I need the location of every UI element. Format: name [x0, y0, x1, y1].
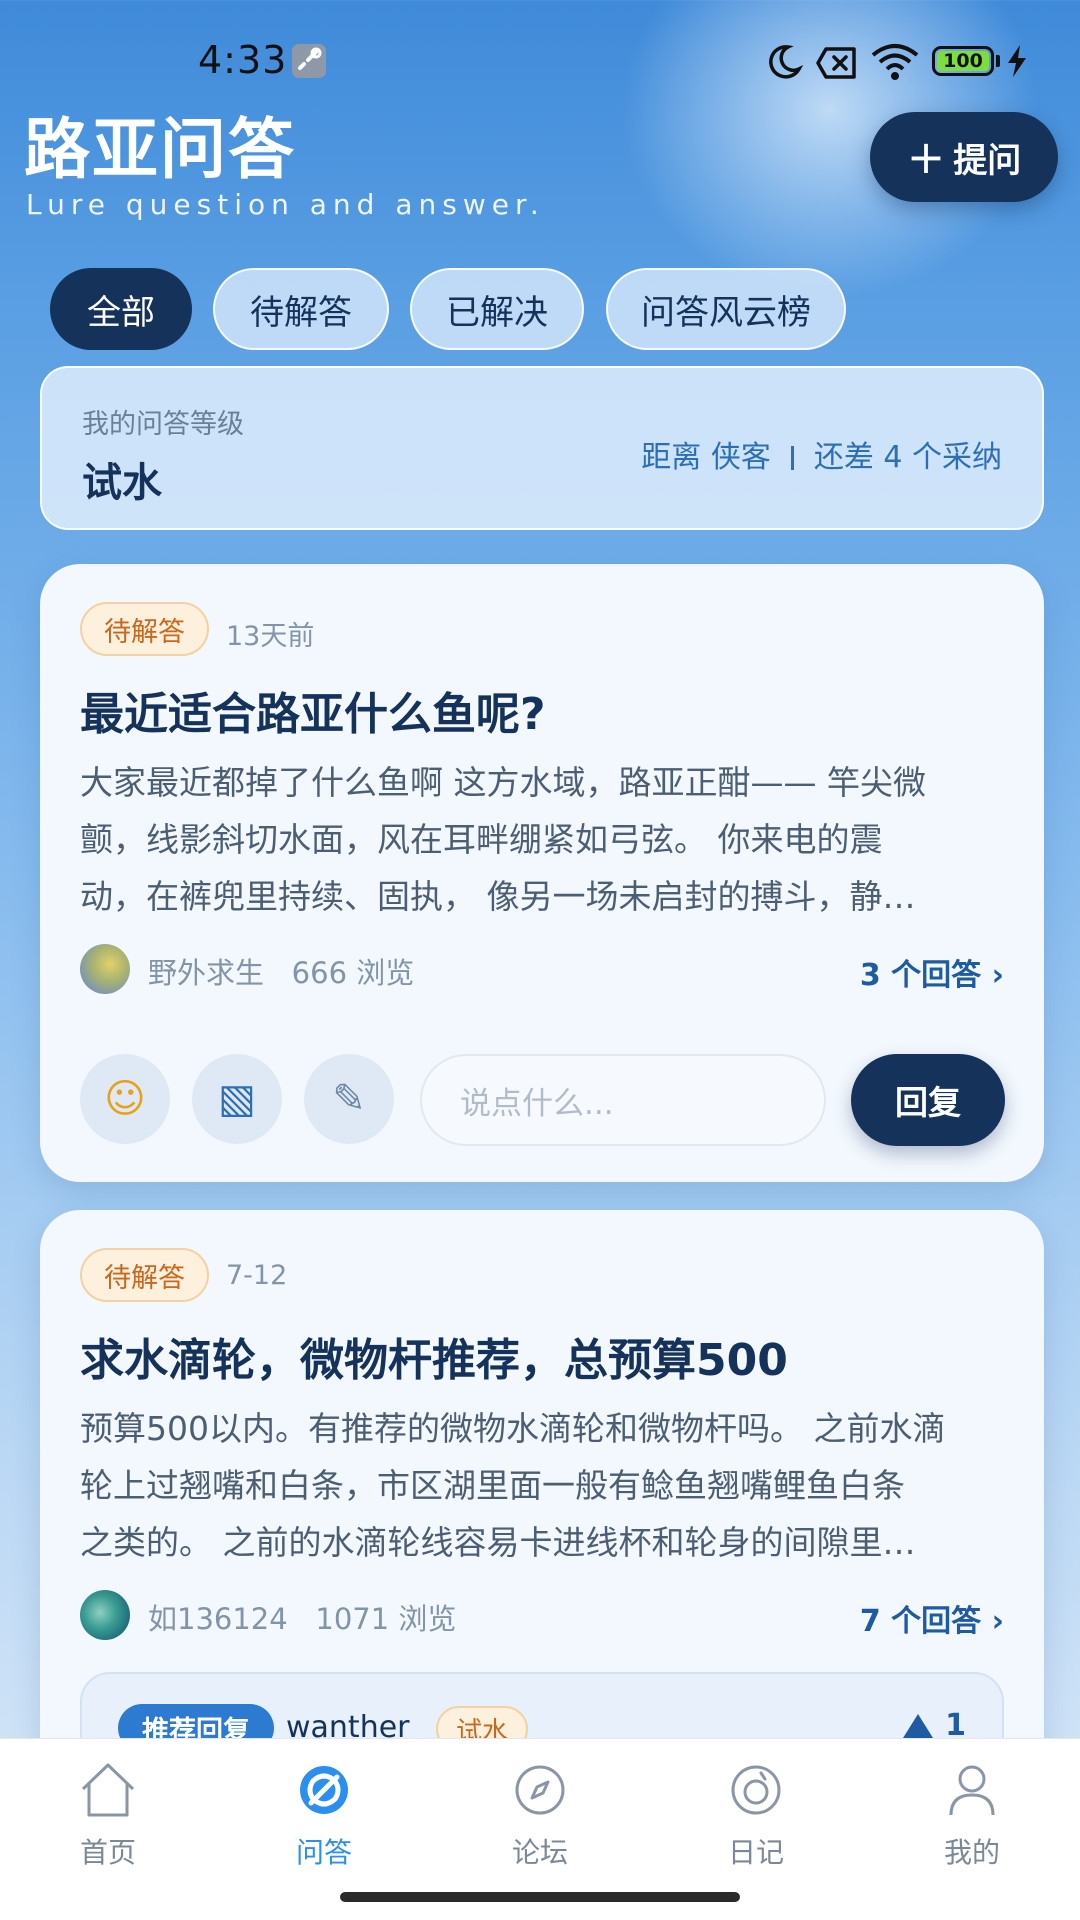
author-name: 如136124 — [148, 1602, 288, 1636]
tab-solved[interactable]: 已解决 — [410, 268, 584, 350]
question-title[interactable]: 求水滴轮，微物杆推荐，总预算500 — [80, 1324, 788, 1388]
author-info: 野外求生 666 浏览 — [148, 950, 414, 992]
tab-pending[interactable]: 待解答 — [213, 268, 389, 350]
battery-tip — [996, 55, 1000, 67]
next-level-text: 距离 侠客 — [641, 440, 771, 475]
profile-icon — [949, 1765, 995, 1816]
status-badge: 待解答 — [80, 1248, 209, 1302]
ask-question-button[interactable]: + 提问 — [870, 112, 1058, 202]
wifi-icon — [871, 44, 919, 80]
image-icon: ▧ — [218, 1076, 256, 1122]
edit-button[interactable]: ✎ — [304, 1054, 394, 1144]
nav-label: 论坛 — [511, 1836, 568, 1869]
question-time: 13天前 — [226, 621, 315, 652]
page-title: 路亚问答 — [24, 111, 296, 188]
tab-label: 问答风云榜 — [641, 292, 811, 333]
body-line: 颤，线影斜切水面，风在耳畔绷紧如弓弦。 你来电的震 — [80, 820, 883, 859]
status-badge: 待解答 — [80, 602, 209, 656]
emoji-button[interactable]: ☺ — [80, 1054, 170, 1144]
body-line: 大家最近都掉了什么鱼啊 这方水域，路亚正酣—— 竿尖微 — [80, 763, 926, 802]
body-line: 轮上过翘嘴和白条，市区湖里面一般有鲶鱼翘嘴鲤鱼白条 — [80, 1466, 905, 1505]
nav-item-home[interactable]: 首页 — [0, 1757, 216, 1871]
remaining-text: 还差 4 个采纳 — [813, 440, 1002, 475]
page-subtitle: Lure question and answer. — [26, 188, 545, 221]
nav-item-diary[interactable]: 日记 — [648, 1757, 864, 1871]
divider — [790, 446, 794, 470]
body-line: 之类的。 之前的水滴轮线容易卡进线杯和轮身的间隙里… — [80, 1523, 916, 1562]
reply-input[interactable]: 说点什么... — [420, 1054, 826, 1146]
home-indicator[interactable] — [340, 1892, 740, 1902]
nav-item-profile[interactable]: 我的 — [864, 1757, 1080, 1871]
compass-icon — [515, 1765, 565, 1815]
image-button[interactable]: ▧ — [192, 1054, 282, 1144]
qa-level-card[interactable]: 我的问答等级 试水 距离 侠客 还差 4 个采纳 — [40, 366, 1044, 530]
plus-icon: + — [906, 130, 946, 184]
home-icon — [81, 1763, 135, 1817]
nav-label: 日记 — [727, 1836, 784, 1869]
qa-icon — [300, 1766, 348, 1814]
tab-all[interactable]: 全部 — [50, 268, 192, 350]
status-time: 4:33 — [198, 38, 288, 82]
avatar[interactable] — [80, 944, 130, 994]
level-caption: 我的问答等级 — [82, 409, 244, 440]
nav-label: 我的 — [943, 1836, 1000, 1869]
question-title[interactable]: 最近适合路亚什么鱼呢? — [80, 678, 546, 742]
moon-icon — [769, 45, 804, 79]
question-card[interactable]: 待解答 13天前 最近适合路亚什么鱼呢? 大家最近都掉了什么鱼啊 这方水域，路亚… — [40, 564, 1044, 1182]
answers-link[interactable]: 7 个回答 › — [860, 1596, 1004, 1640]
wrench-icon — [292, 44, 326, 78]
tab-label: 待解答 — [250, 292, 352, 333]
battery-level: 100 — [937, 51, 989, 71]
view-count: 666 浏览 — [291, 956, 415, 990]
question-body: 预算500以内。有推荐的微物水滴轮和微物杆吗。 之前水滴 轮上过翘嘴和白条，市区… — [80, 1400, 1040, 1571]
view-count: 1071 浏览 — [315, 1602, 457, 1636]
nav-item-forum[interactable]: 论坛 — [432, 1757, 648, 1871]
tab-label: 已解决 — [446, 292, 548, 333]
battery-icon: 100 — [932, 46, 994, 76]
level-name: 试水 — [82, 460, 162, 506]
author-name: 野外求生 — [148, 956, 265, 990]
author-info: 如136124 1071 浏览 — [148, 1596, 456, 1638]
nav-label: 首页 — [79, 1836, 136, 1869]
avatar[interactable] — [80, 1590, 130, 1640]
body-line: 动，在裤兜里持续、固执， 像另一场未启封的搏斗，静… — [80, 877, 916, 916]
body-line: 预算500以内。有推荐的微物水滴轮和微物杆吗。 之前水滴 — [80, 1409, 946, 1448]
ask-button-label: 提问 — [953, 140, 1022, 181]
reply-placeholder: 说点什么... — [460, 1085, 614, 1122]
diary-icon — [731, 1765, 781, 1815]
question-time: 7-12 — [226, 1260, 288, 1291]
level-progress: 距离 侠客 还差 4 个采纳 — [641, 432, 1002, 476]
nav-label: 问答 — [295, 1836, 352, 1869]
answers-link[interactable]: 3 个回答 › — [860, 950, 1004, 994]
reply-button[interactable]: 回复 — [851, 1054, 1005, 1146]
edit-icon: ✎ — [332, 1076, 366, 1122]
question-body: 大家最近都掉了什么鱼啊 这方水域，路亚正酣—— 竿尖微 颤，线影斜切水面，风在耳… — [80, 754, 1040, 925]
tab-label: 全部 — [87, 292, 155, 333]
no-sim-icon — [816, 47, 856, 79]
nav-item-qa[interactable]: 问答 — [216, 1757, 432, 1871]
emoji-icon: ☺ — [104, 1076, 146, 1122]
charging-icon — [1008, 45, 1026, 77]
tab-leaderboard[interactable]: 问答风云榜 — [606, 268, 846, 350]
upvote-icon — [903, 1713, 934, 1738]
